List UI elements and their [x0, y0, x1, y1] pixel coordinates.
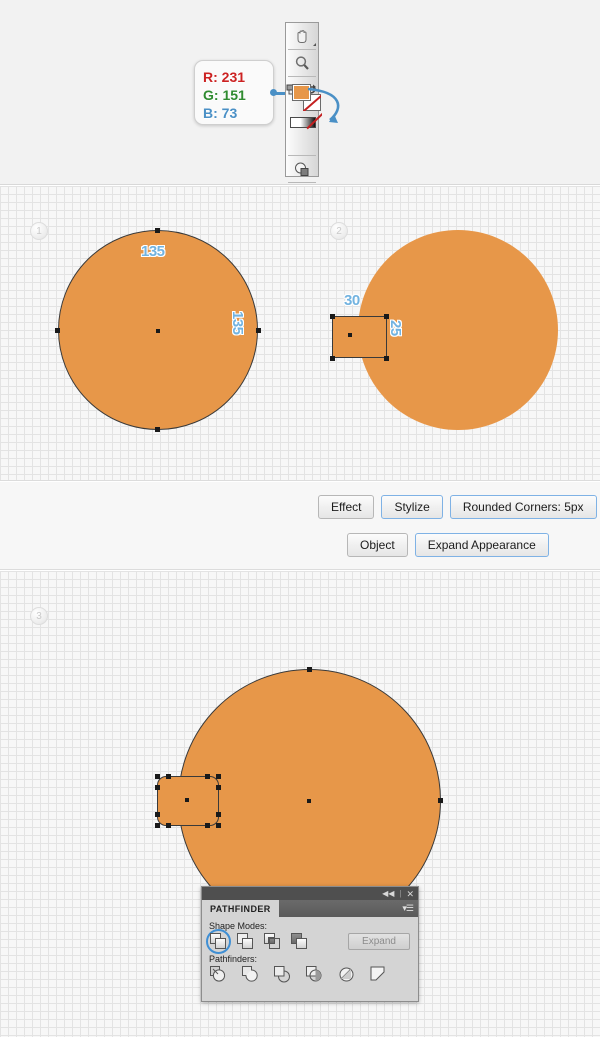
draw-mode-icon	[294, 162, 308, 176]
menu-btn-rounded-corners[interactable]: Rounded Corners: 5px	[449, 495, 597, 519]
rgb-channel-g: G:	[203, 87, 219, 103]
minus-front-icon[interactable]	[237, 933, 254, 950]
merge-icon[interactable]	[274, 966, 291, 983]
menu-btn-effect[interactable]: Effect	[318, 495, 375, 519]
callout-connector-dot	[270, 89, 277, 96]
tool-expand-triangle	[313, 43, 316, 46]
circle-width-label: 135	[141, 243, 165, 260]
rect-width-label: 30	[344, 292, 360, 309]
anchor-point[interactable]	[166, 774, 171, 779]
anchor-point[interactable]	[205, 774, 210, 779]
anchor-point[interactable]	[330, 314, 335, 319]
collapse-icon[interactable]: ◀◀	[382, 889, 394, 898]
shape-modes-row: Expand	[202, 929, 418, 954]
step-badge-2: 2	[330, 222, 348, 240]
anchor-point[interactable]	[216, 774, 221, 779]
outline-icon[interactable]	[338, 966, 355, 983]
pathfinder-tabrow: PATHFINDER ▾☰	[202, 900, 418, 917]
crop-icon[interactable]	[306, 966, 323, 983]
anchor-point[interactable]	[155, 812, 160, 817]
pathfinders-label: Pathfinders:	[209, 954, 258, 964]
trim-icon[interactable]	[242, 966, 259, 983]
rgb-value-b: 73	[221, 105, 238, 121]
rgb-channel-b: B:	[203, 105, 218, 121]
rect-height-label: 25	[387, 320, 404, 336]
anchor-point[interactable]	[155, 823, 160, 828]
hand-tool[interactable]	[286, 23, 318, 49]
pathfinders-row	[202, 966, 418, 983]
rgb-value-r: 231	[221, 69, 246, 85]
shape-center-point	[348, 333, 352, 337]
exclude-icon[interactable]	[291, 933, 308, 950]
rect-shape-1[interactable]	[332, 316, 387, 358]
anchor-point[interactable]	[384, 314, 389, 319]
circle-height-label: 135	[229, 311, 246, 335]
rgb-line-blue: B: 73	[203, 104, 273, 122]
zoom-tool[interactable]	[286, 50, 318, 76]
draw-mode-tool[interactable]	[286, 156, 318, 182]
rgb-value-g: 151	[222, 87, 246, 103]
rgb-line-green: G: 151	[203, 86, 273, 104]
zoom-icon	[295, 55, 309, 70]
anchor-point[interactable]	[216, 823, 221, 828]
menu-btn-stylize[interactable]: Stylize	[381, 495, 443, 519]
menu-btn-object[interactable]: Object	[347, 533, 408, 557]
anchor-point[interactable]	[155, 228, 160, 233]
anchor-point[interactable]	[216, 812, 221, 817]
shapes-section: 1 2 135 135 30 25	[0, 186, 600, 481]
anchor-point[interactable]	[384, 356, 389, 361]
anchor-point[interactable]	[438, 798, 443, 803]
pathfinder-titlebar: ◀◀ | ✕	[202, 887, 418, 900]
menu-path-section: Effect Stylize Rounded Corners: 5px Obje…	[0, 482, 600, 570]
anchor-point[interactable]	[307, 667, 312, 672]
rgb-line-red: R: 231	[203, 68, 273, 86]
intersect-icon[interactable]	[264, 933, 281, 950]
tab-pathfinder[interactable]: PATHFINDER	[202, 900, 279, 917]
pathfinder-panel[interactable]: ◀◀ | ✕ PATHFINDER ▾☰ Shape Modes: Expand…	[201, 886, 419, 1002]
color-swatch-section: R: 231 G: 151 B: 73	[0, 0, 600, 202]
menu-path-row-2: Object Expand Appearance	[347, 533, 549, 557]
step-badge-3: 3	[30, 607, 48, 625]
rgb-callout-bubble: R: 231 G: 151 B: 73	[194, 60, 274, 125]
shape-center-point	[307, 799, 311, 803]
anchor-point[interactable]	[166, 823, 171, 828]
shape-modes-label: Shape Modes:	[209, 921, 268, 931]
menu-btn-expand-appearance[interactable]: Expand Appearance	[414, 533, 549, 557]
anchor-point[interactable]	[155, 774, 160, 779]
anchor-point[interactable]	[155, 785, 160, 790]
anchor-point[interactable]	[330, 356, 335, 361]
step-badge-1: 1	[30, 222, 48, 240]
anchor-point[interactable]	[216, 785, 221, 790]
divide-icon[interactable]	[210, 966, 227, 983]
anchor-point[interactable]	[55, 328, 60, 333]
expand-button[interactable]: Expand	[348, 933, 410, 950]
titlebar-divider: |	[399, 888, 402, 898]
unite-icon[interactable]	[206, 929, 231, 954]
rgb-channel-r: R:	[203, 69, 218, 85]
highlight-curved-arrow	[307, 87, 340, 123]
shape-center-point	[156, 329, 160, 333]
menu-path-row-1: Effect Stylize Rounded Corners: 5px	[318, 495, 597, 519]
gradient-slot[interactable]	[286, 139, 318, 155]
close-icon[interactable]: ✕	[406, 889, 414, 898]
anchor-point[interactable]	[256, 328, 261, 333]
minus-back-icon[interactable]	[370, 966, 387, 983]
hand-icon	[297, 29, 306, 43]
anchor-point[interactable]	[155, 427, 160, 432]
panel-menu-icon[interactable]: ▾☰	[402, 900, 418, 917]
shape-center-point	[185, 798, 189, 802]
anchor-point[interactable]	[205, 823, 210, 828]
